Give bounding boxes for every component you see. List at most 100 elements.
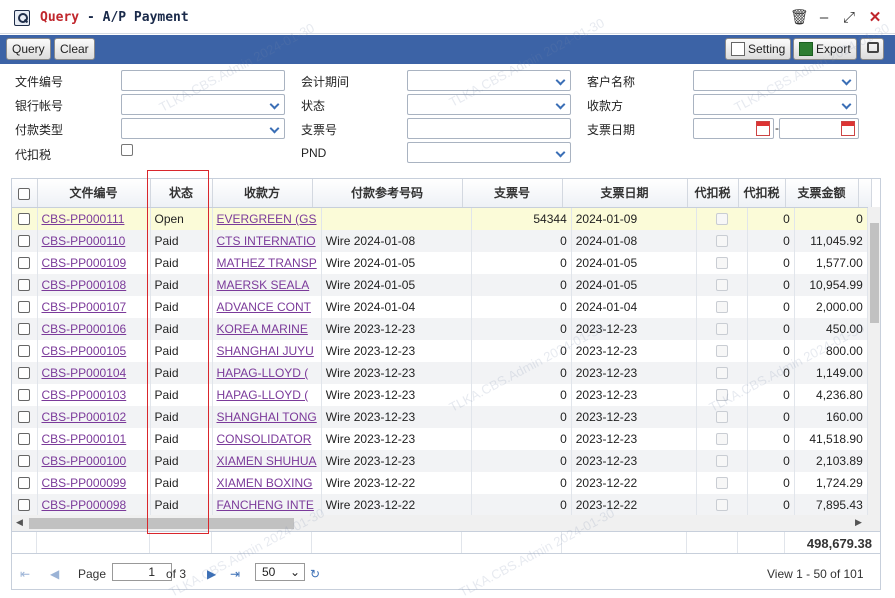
customer-name-select[interactable] (693, 70, 857, 91)
withholding-tax-checkbox[interactable] (121, 144, 133, 156)
calendar-icon[interactable] (756, 121, 770, 136)
row-checkbox[interactable] (18, 499, 31, 512)
payee-link[interactable]: XIAMEN SHUHUA (217, 454, 317, 468)
scroll-right-icon[interactable]: ▶ (855, 517, 862, 528)
file-no-link[interactable]: CBS-PP000107 (42, 300, 127, 314)
row-select-cell[interactable] (12, 383, 38, 406)
cell-payee[interactable]: HAPAG-LLOYD ( (212, 383, 322, 406)
file-no-link[interactable]: CBS-PP000103 (42, 388, 127, 402)
payee-link[interactable]: FANCHENG INTE (217, 498, 314, 512)
file-no-link[interactable]: CBS-PP000109 (42, 256, 127, 270)
file-no-link[interactable]: CBS-PP000099 (42, 476, 127, 490)
cell-payee[interactable]: KOREA MARINE (212, 317, 322, 340)
cell-file-no[interactable]: CBS-PP000098 (37, 493, 151, 516)
table-row[interactable]: CBS-PP000110 Paid CTS INTERNATIO Wire 2024-… (12, 229, 868, 252)
table-row[interactable]: CBS-PP000103 Paid HAPAG-LLOYD (Wire 2023-1… (12, 383, 868, 406)
file-no-link[interactable]: CBS-PP000102 (42, 410, 127, 424)
table-row[interactable]: CBS-PP000100 Paid XIAMEN SHUHUA Wire 2023-1… (12, 449, 868, 472)
col-header-payment-ref[interactable]: 付款参考号码 (312, 179, 463, 208)
payment-type-select[interactable] (121, 118, 285, 139)
table-row[interactable]: CBS-PP000107 Paid ADVANCE CONT Wire 2024-01… (12, 295, 868, 318)
cell-file-no[interactable]: CBS-PP000108 (37, 273, 151, 296)
col-header-cheque-date[interactable]: 支票日期 (562, 179, 688, 208)
bank-account-select[interactable] (121, 94, 285, 115)
refresh-icon[interactable]: ↻ (310, 567, 320, 581)
page-input[interactable]: 1 (112, 563, 172, 581)
row-checkbox[interactable] (18, 433, 31, 446)
file-no-link[interactable]: CBS-PP000098 (42, 498, 127, 512)
payee-select[interactable] (693, 94, 857, 115)
cheque-date-from-input[interactable] (693, 118, 774, 139)
row-select-cell[interactable] (12, 207, 38, 230)
file-no-link[interactable]: CBS-PP000106 (42, 322, 127, 336)
payee-link[interactable]: HAPAG-LLOYD ( (217, 388, 309, 402)
row-select-cell[interactable] (12, 339, 38, 362)
cheque-date-to-input[interactable] (779, 118, 859, 139)
row-checkbox[interactable] (18, 411, 31, 424)
file-no-input[interactable] (121, 70, 285, 91)
table-row[interactable]: CBS-PP000111 Open EVERGREEN (GS 54344 2024-0… (12, 207, 868, 230)
close-icon[interactable]: ✕ (866, 9, 884, 27)
calendar-icon[interactable] (841, 121, 855, 136)
payee-link[interactable]: CTS INTERNATIO (217, 234, 316, 248)
row-checkbox[interactable] (18, 279, 31, 292)
row-checkbox[interactable] (18, 323, 31, 336)
file-no-link[interactable]: CBS-PP000101 (42, 432, 127, 446)
payee-link[interactable]: XIAMEN BOXING (217, 476, 313, 490)
row-select-cell[interactable] (12, 427, 38, 450)
cell-file-no[interactable]: CBS-PP000103 (37, 383, 151, 406)
col-header-file-no[interactable]: 文件编号 (37, 179, 151, 208)
payee-link[interactable]: EVERGREEN (GS (217, 212, 317, 226)
table-row[interactable]: CBS-PP000105 Paid SHANGHAI JUYU Wire 2023-1… (12, 339, 868, 362)
table-row[interactable]: CBS-PP000106 Paid KOREA MARINE Wire 2023-12… (12, 317, 868, 340)
clear-button[interactable]: Clear (54, 38, 95, 60)
prev-page-icon[interactable]: ◀ (50, 567, 59, 581)
print-button[interactable] (860, 38, 884, 60)
row-select-cell[interactable] (12, 295, 38, 318)
file-no-link[interactable]: CBS-PP000100 (42, 454, 127, 468)
cell-payee[interactable]: MAERSK SEALA (212, 273, 322, 296)
cell-file-no[interactable]: CBS-PP000109 (37, 251, 151, 274)
row-select-cell[interactable] (12, 251, 38, 274)
payee-link[interactable]: SHANGHAI JUYU (217, 344, 314, 358)
cheque-no-input[interactable] (407, 118, 571, 139)
row-select-cell[interactable] (12, 493, 38, 516)
cell-payee[interactable]: CTS INTERNATIO (212, 229, 322, 252)
cell-file-no[interactable]: CBS-PP000104 (37, 361, 151, 384)
cell-payee[interactable]: XIAMEN BOXING (212, 471, 322, 494)
row-select-cell[interactable] (12, 229, 38, 252)
row-checkbox[interactable] (18, 367, 31, 380)
cell-file-no[interactable]: CBS-PP000099 (37, 471, 151, 494)
cell-file-no[interactable]: CBS-PP000111 (37, 207, 151, 230)
first-page-icon[interactable]: ⇤ (20, 567, 30, 581)
row-select-cell[interactable] (12, 361, 38, 384)
col-header-withholding-tax-amount[interactable]: 代扣税 (738, 179, 786, 208)
cell-file-no[interactable]: CBS-PP000101 (37, 427, 151, 450)
row-checkbox[interactable] (18, 389, 31, 402)
table-row[interactable]: CBS-PP000098 Paid FANCHENG INTE Wire 2023-1… (12, 493, 868, 516)
accounting-period-select[interactable] (407, 70, 571, 91)
query-button[interactable]: Query (6, 38, 51, 60)
row-checkbox[interactable] (18, 345, 31, 358)
next-page-icon[interactable]: ▶ (207, 567, 216, 581)
cell-file-no[interactable]: CBS-PP000110 (37, 229, 151, 252)
col-header-payee[interactable]: 收款方 (212, 179, 313, 208)
payee-link[interactable]: SHANGHAI TONG (217, 410, 317, 424)
select-all-checkbox[interactable] (18, 187, 31, 200)
cell-file-no[interactable]: CBS-PP000107 (37, 295, 151, 318)
cell-payee[interactable]: MATHEZ TRANSP (212, 251, 322, 274)
payee-link[interactable]: MAERSK SEALA (217, 278, 310, 292)
cell-payee[interactable]: EVERGREEN (GS (212, 207, 322, 230)
payee-link[interactable]: KOREA MARINE (217, 322, 308, 336)
row-select-cell[interactable] (12, 405, 38, 428)
file-no-link[interactable]: CBS-PP000110 (42, 234, 126, 248)
table-row[interactable]: CBS-PP000101 Paid CONSOLIDATOR Wire 2023-12… (12, 427, 868, 450)
cell-payee[interactable]: SHANGHAI TONG (212, 405, 322, 428)
page-size-select[interactable]: 50 ⌄ (255, 563, 305, 581)
col-header-cheque-no[interactable]: 支票号 (462, 179, 563, 208)
table-row[interactable]: CBS-PP000102 Paid SHANGHAI TONG Wire 2023-1… (12, 405, 868, 428)
cell-file-no[interactable]: CBS-PP000106 (37, 317, 151, 340)
pnd-select[interactable] (407, 142, 571, 163)
scroll-left-icon[interactable]: ◀ (16, 517, 23, 528)
cell-payee[interactable]: ADVANCE CONT (212, 295, 322, 318)
